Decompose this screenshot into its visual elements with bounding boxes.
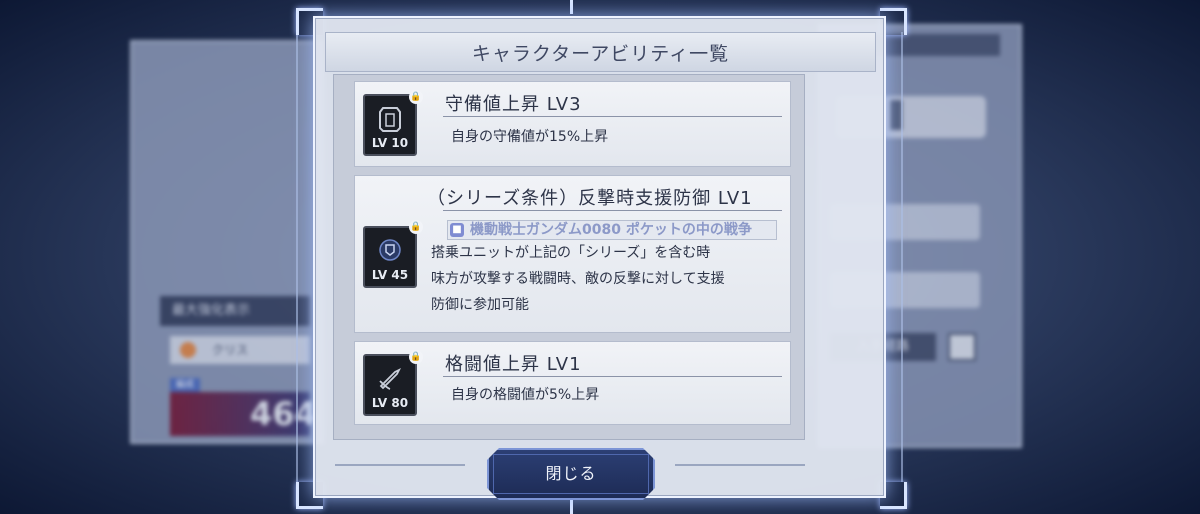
bg-power-number: 464 [170,392,317,436]
close-button-frame [493,454,649,494]
bg-avatar-dot [180,342,196,358]
ability-level-label: LV 80 [371,396,409,410]
ability-description: 自身の守備値が15%上昇 [451,129,609,145]
shield-icon [379,107,401,132]
ability-divider [443,376,782,377]
series-icon: ■ [450,223,464,237]
dialog-title: キャラクターアビリティ一覧 [325,32,876,72]
ability-name: （シリーズ条件）反撃時支援防御 LV1 [427,188,753,209]
lock-icon: 🔒 [409,350,423,364]
ability-description-line: 味方が攻撃する戦闘時、敵の反撃に対して支援 [431,271,725,287]
ability-divider [443,210,782,211]
ability-list-dialog: キャラクターアビリティ一覧 LV 10 🔒 守備値上昇 LV3 自身の守備値が1… [313,16,886,498]
ability-name: 守備値上昇 LV3 [445,94,582,115]
frame-edge-left [296,32,298,482]
ability-level-badge: LV 80 [363,354,417,416]
ability-level-badge: LV 10 [363,94,417,156]
frame-tick-top [570,0,573,14]
ability-divider [443,116,782,117]
ability-level-label: LV 10 [371,136,409,150]
bg-chip: 編成 [170,378,200,392]
ability-name: 格闘値上昇 LV1 [445,354,582,375]
bg-left-panel [130,40,324,444]
bottom-divider-right [675,464,805,466]
frame-edge-right [901,32,903,482]
defense-badge-icon [379,239,401,261]
series-condition-tag: ■ 機動戦士ガンダム0080 ポケットの中の戦争 [447,220,777,240]
ability-level-label: LV 45 [371,268,409,282]
ability-list[interactable]: LV 10 🔒 守備値上昇 LV3 自身の守備値が15%上昇 LV 45 🔒 （… [333,74,805,440]
ability-item: LV 10 🔒 守備値上昇 LV3 自身の守備値が15%上昇 [354,81,791,167]
lock-icon: 🔒 [409,220,423,234]
ability-description-line: 搭乗ユニットが上記の「シリーズ」を含む時 [431,245,711,261]
close-button[interactable]: 閉じる [487,448,655,500]
ability-description-line: 防御に参加可能 [431,297,529,313]
ability-level-badge: LV 45 [363,226,417,288]
bg-memo-icon [948,333,976,361]
ability-item: LV 45 🔒 （シリーズ条件）反撃時支援防御 LV1 ■ 機動戦士ガンダム00… [354,175,791,333]
melee-icon [379,367,402,390]
bg-max-enhance-label: 最大強化表示 [160,296,310,326]
ability-description: 自身の格闘値が5%上昇 [451,387,600,403]
series-name: 機動戦士ガンダム0080 ポケットの中の戦争 [470,222,752,238]
bottom-divider-left [335,464,465,466]
lock-icon: 🔒 [409,90,423,104]
ability-item: LV 80 🔒 格闘値上昇 LV1 自身の格闘値が5%上昇 [354,341,791,425]
